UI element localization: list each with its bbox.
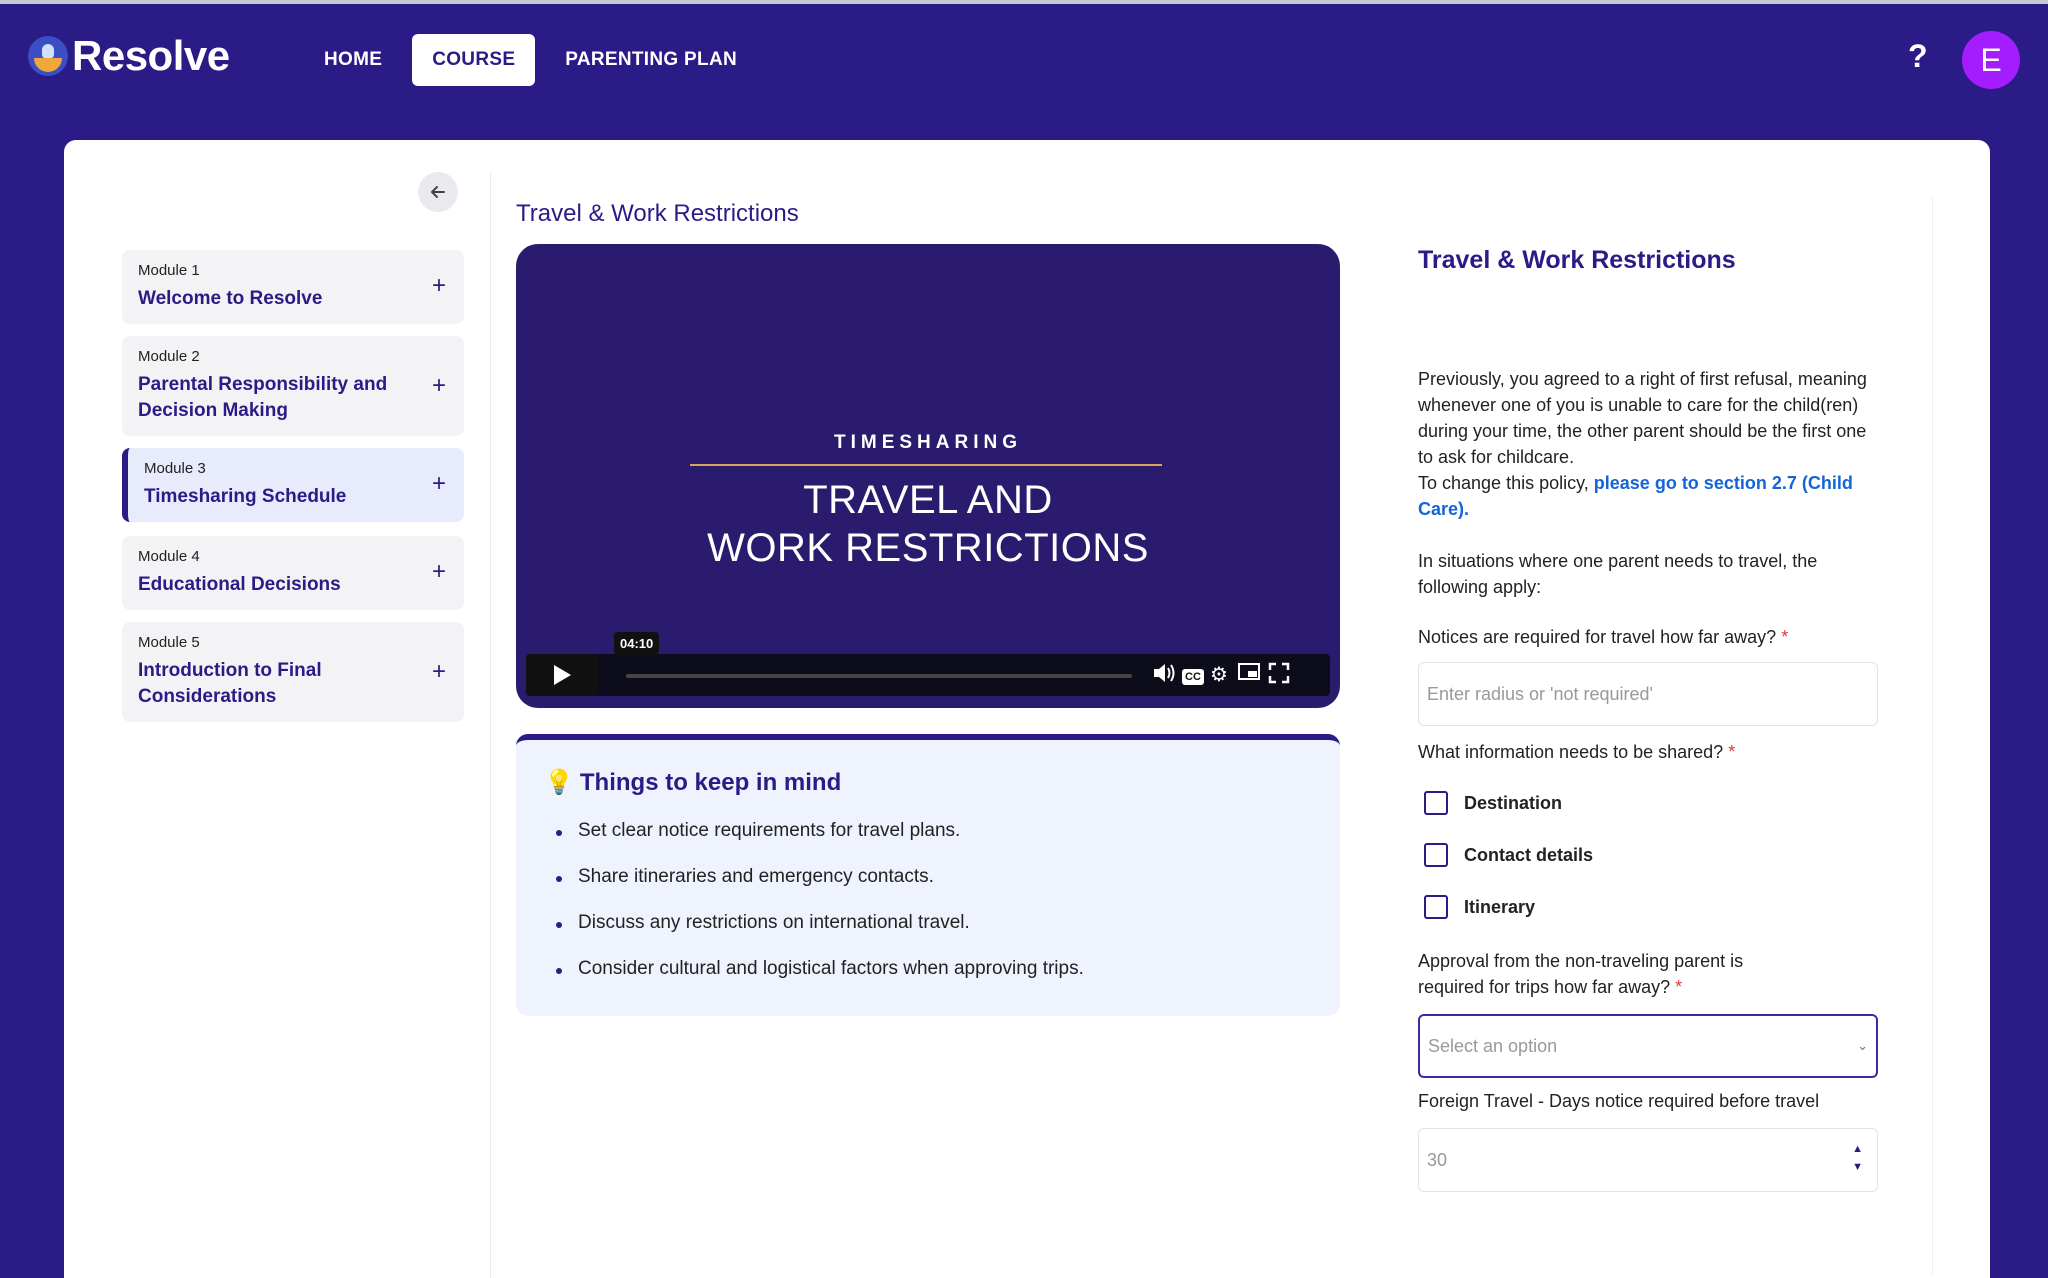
- intro-change-policy: To change this policy, please go to sect…: [1418, 470, 1878, 522]
- fullscreen-icon[interactable]: [1268, 662, 1290, 691]
- approval-label: Approval from the non-traveling parent i…: [1418, 948, 1798, 1000]
- sidebar-module-3[interactable]: Module 3 Timesharing Schedule +: [122, 448, 464, 522]
- expand-plus-icon[interactable]: +: [432, 470, 446, 498]
- video-time-tooltip: 04:10: [614, 632, 660, 655]
- approval-distance-select[interactable]: Select an option ⌄: [1418, 1014, 1878, 1078]
- video-title: TRAVEL AND WORK RESTRICTIONS: [516, 476, 1340, 572]
- video-progress-bar[interactable]: [626, 674, 1132, 678]
- required-mark: *: [1675, 977, 1683, 997]
- video-controls: 04:10 CC ⚙: [526, 632, 1330, 696]
- number-stepper[interactable]: ▲ ▼: [1852, 1143, 1863, 1173]
- module-title: Welcome to Resolve: [138, 288, 323, 309]
- tip-item: Consider cultural and logistical factors…: [556, 958, 1084, 1004]
- lightbulb-icon: 💡: [544, 769, 574, 796]
- module-title: Parental Responsibility and Decision Mak…: [138, 374, 388, 421]
- picture-in-picture-icon[interactable]: [1238, 662, 1260, 689]
- collapse-sidebar-button[interactable]: [418, 172, 458, 212]
- logo-text: Resolve: [72, 32, 230, 79]
- number-value: 30: [1427, 1149, 1448, 1170]
- top-nav-bar: Resolve HOME COURSE PARENTING PLAN ? E: [0, 4, 2048, 108]
- checkbox-box[interactable]: [1424, 843, 1448, 867]
- video-title-line-1: TRAVEL AND: [803, 478, 1053, 522]
- chevron-down-icon: ⌄: [1857, 1038, 1868, 1053]
- sidebar-divider: [490, 172, 491, 1278]
- logo[interactable]: Resolve: [28, 32, 230, 80]
- checkbox-label: Destination: [1464, 792, 1563, 813]
- sidebar-module-5[interactable]: Module 5 Introduction to Final Considera…: [122, 622, 464, 722]
- module-title: Timesharing Schedule: [144, 486, 347, 507]
- info-label: What information needs to be shared? *: [1418, 739, 1735, 765]
- tip-item: Share itineraries and emergency contacts…: [556, 866, 1084, 912]
- approval-label-text: Approval from the non-traveling parent i…: [1418, 951, 1744, 997]
- notice-label-text: Notices are required for travel how far …: [1418, 627, 1777, 647]
- checkbox-label: Contact details: [1464, 844, 1594, 865]
- expand-plus-icon[interactable]: +: [432, 272, 446, 300]
- nav-parenting-plan[interactable]: PARENTING PLAN: [545, 34, 757, 86]
- required-mark: *: [1728, 742, 1736, 762]
- expand-plus-icon[interactable]: +: [432, 558, 446, 586]
- video-subtitle: TIMESHARING: [834, 432, 1022, 453]
- info-label-text: What information needs to be shared?: [1418, 742, 1724, 762]
- sidebar-module-1[interactable]: Module 1 Welcome to Resolve +: [122, 250, 464, 324]
- expand-plus-icon[interactable]: +: [432, 372, 446, 400]
- decrement-arrow-icon[interactable]: ▼: [1852, 1161, 1863, 1173]
- captions-icon[interactable]: CC: [1182, 669, 1204, 685]
- section-title: Travel & Work Restrictions: [516, 200, 799, 227]
- volume-icon[interactable]: [1152, 662, 1176, 691]
- required-mark: *: [1781, 627, 1789, 647]
- arrow-left-icon: [431, 186, 445, 198]
- form-title: Travel & Work Restrictions: [1418, 246, 1736, 274]
- foreign-travel-days-input[interactable]: 30 ▲ ▼: [1418, 1128, 1878, 1192]
- module-title: Introduction to Final Considerations: [138, 660, 322, 707]
- tips-list: Set clear notice requirements for travel…: [556, 820, 1084, 1004]
- increment-arrow-icon[interactable]: ▲: [1852, 1143, 1863, 1155]
- module-number: Module 4: [138, 548, 200, 565]
- module-number: Module 5: [138, 634, 200, 651]
- help-icon[interactable]: ?: [1908, 38, 1928, 75]
- module-number: Module 2: [138, 348, 200, 365]
- tip-item: Discuss any restrictions on internationa…: [556, 912, 1084, 958]
- main-nav: HOME COURSE PARENTING PLAN: [304, 34, 767, 86]
- foreign-travel-label: Foreign Travel - Days notice required be…: [1418, 1091, 1820, 1111]
- checkbox-contact-details[interactable]: Contact details: [1424, 843, 1593, 867]
- intro-change-text: To change this policy,: [1418, 473, 1589, 493]
- video-divider: [690, 464, 1162, 466]
- tip-item: Set clear notice requirements for travel…: [556, 820, 1084, 866]
- right-divider: [1932, 196, 1933, 1276]
- sidebar-module-4[interactable]: Module 4 Educational Decisions +: [122, 536, 464, 610]
- checkbox-box[interactable]: [1424, 791, 1448, 815]
- module-number: Module 1: [138, 262, 200, 279]
- select-placeholder: Select an option: [1428, 1035, 1558, 1056]
- play-icon: [554, 665, 571, 685]
- video-player[interactable]: TIMESHARING TRAVEL AND WORK RESTRICTIONS…: [516, 244, 1340, 708]
- user-avatar[interactable]: E: [1962, 31, 2020, 89]
- intro-travel-text: In situations where one parent needs to …: [1418, 551, 1818, 597]
- checkbox-box[interactable]: [1424, 895, 1448, 919]
- tips-title: 💡 Things to keep in mind: [544, 768, 841, 797]
- module-number: Module 3: [144, 460, 206, 477]
- expand-plus-icon[interactable]: +: [432, 658, 446, 686]
- checkbox-itinerary[interactable]: Itinerary: [1424, 895, 1535, 919]
- nav-home[interactable]: HOME: [304, 34, 402, 86]
- notice-label: Notices are required for travel how far …: [1418, 624, 1788, 650]
- resolve-logo-icon: [28, 36, 68, 76]
- module-title: Educational Decisions: [138, 574, 341, 595]
- checkbox-destination[interactable]: Destination: [1424, 791, 1562, 815]
- checkbox-label: Itinerary: [1464, 896, 1536, 917]
- settings-gear-icon[interactable]: ⚙: [1210, 662, 1228, 688]
- intro-paragraph: Previously, you agreed to a right of fir…: [1418, 369, 1867, 467]
- tips-panel: 💡 Things to keep in mind Set clear notice…: [516, 734, 1340, 1016]
- tips-title-text: Things to keep in mind: [579, 769, 842, 796]
- form-intro: Previously, you agreed to a right of fir…: [1418, 366, 1878, 600]
- video-title-line-2: WORK RESTRICTIONS: [707, 526, 1149, 570]
- sidebar-module-2[interactable]: Module 2 Parental Responsibility and Dec…: [122, 336, 464, 436]
- play-button[interactable]: [526, 654, 598, 696]
- notice-radius-input[interactable]: Enter radius or 'not required': [1418, 662, 1878, 726]
- nav-course[interactable]: COURSE: [412, 34, 536, 86]
